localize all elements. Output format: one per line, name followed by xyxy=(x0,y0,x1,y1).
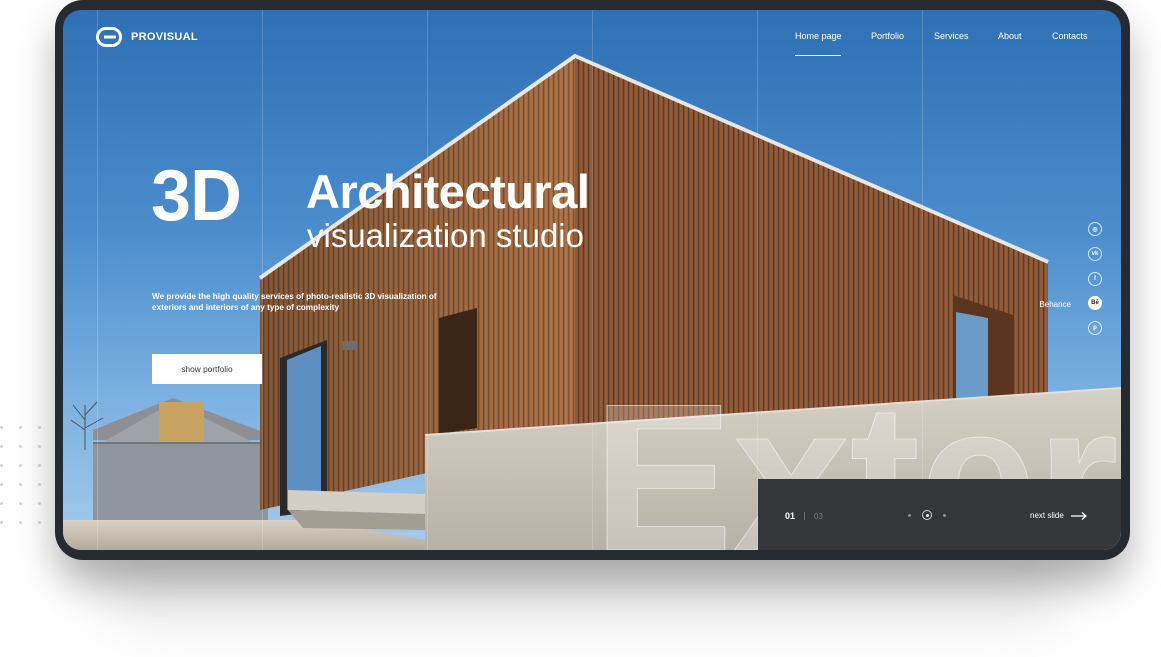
behance-icon[interactable]: Bē xyxy=(1088,296,1102,310)
grid-line xyxy=(427,10,428,550)
provisual-logo-icon xyxy=(96,27,122,47)
decorative-dot xyxy=(0,426,3,429)
behance-label: Behance xyxy=(1039,300,1071,309)
decorative-dot xyxy=(38,521,41,524)
decorative-dot xyxy=(19,521,22,524)
slide-counter-divider xyxy=(804,512,805,520)
grid-line xyxy=(757,10,758,550)
slide-dot[interactable] xyxy=(943,514,946,517)
website-screen: Exter PROVISUAL Home page Portfolio Serv… xyxy=(63,10,1121,550)
device-frame: Exter PROVISUAL Home page Portfolio Serv… xyxy=(55,0,1130,560)
slide-total-number: 03 xyxy=(814,512,823,521)
grid-line xyxy=(262,10,263,550)
arrow-right-icon xyxy=(1070,511,1087,520)
decorative-dot xyxy=(38,445,41,448)
slide-current-number: 01 xyxy=(785,511,796,521)
next-slide-label: next slide xyxy=(1030,511,1064,520)
decorative-dot xyxy=(0,521,3,524)
grid-line xyxy=(97,10,98,550)
hero-description: We provide the high quality services of … xyxy=(152,292,437,313)
vk-icon[interactable]: vk xyxy=(1088,247,1102,261)
instagram-icon[interactable]: ◎ xyxy=(1088,222,1102,236)
grid-line xyxy=(922,10,923,550)
decorative-dot xyxy=(19,502,22,505)
decorative-dot xyxy=(38,426,41,429)
nav-about[interactable]: About xyxy=(998,31,1022,41)
pinterest-icon[interactable]: p xyxy=(1088,321,1102,335)
brand-logo[interactable]: PROVISUAL xyxy=(96,27,198,47)
decorative-dot xyxy=(0,464,3,467)
grid-line xyxy=(592,10,593,550)
hero-title-architectural: Architectural xyxy=(306,165,590,218)
decorative-dot xyxy=(19,483,22,486)
active-nav-indicator xyxy=(795,55,841,56)
decorative-dot xyxy=(0,502,3,505)
nav-home-page[interactable]: Home page xyxy=(795,31,842,41)
slide-dot[interactable] xyxy=(908,514,911,517)
nav-services[interactable]: Services xyxy=(934,31,969,41)
brand-name: PROVISUAL xyxy=(131,31,198,43)
decorative-dot xyxy=(19,426,22,429)
hero-subtitle: visualization studio xyxy=(307,217,584,254)
hero-title-3d: 3D xyxy=(151,156,242,236)
nav-portfolio[interactable]: Portfolio xyxy=(871,31,904,41)
decorative-dot xyxy=(0,483,3,486)
slider-controls: 01 03 next slide xyxy=(758,479,1121,550)
decorative-dot xyxy=(19,445,22,448)
next-slide-button[interactable]: next slide xyxy=(1030,511,1087,520)
decorative-dot xyxy=(0,445,3,448)
decorative-dot xyxy=(38,464,41,467)
show-portfolio-button[interactable]: show portfolio xyxy=(152,354,262,384)
decorative-dot xyxy=(38,483,41,486)
slide-dot-active[interactable] xyxy=(922,510,932,520)
decorative-dot xyxy=(38,502,41,505)
nav-contacts[interactable]: Contacts xyxy=(1052,31,1088,41)
decorative-dot xyxy=(19,464,22,467)
facebook-icon[interactable]: f xyxy=(1088,272,1102,286)
